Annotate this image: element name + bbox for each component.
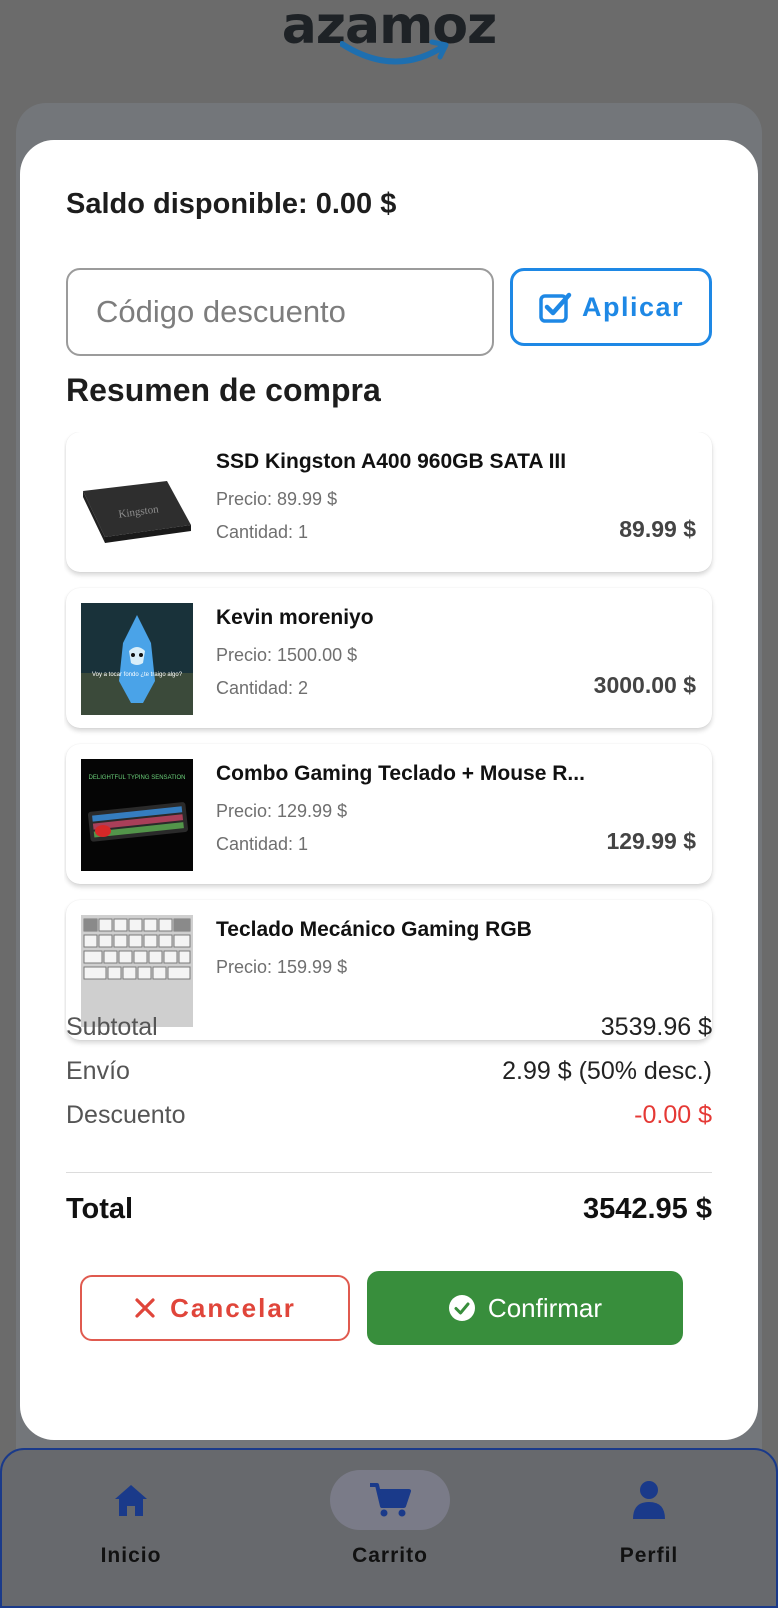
mechanical-keyboard-image <box>81 915 193 1027</box>
person-icon <box>633 1481 665 1519</box>
item-price: Precio: 159.99 $ <box>216 957 348 977</box>
summary-title: Resumen de compra <box>66 372 381 408</box>
home-icon <box>115 1485 147 1516</box>
item-name: Teclado Mecánico Gaming RGB <box>216 918 532 941</box>
item-total: 89.99 $ <box>619 516 696 542</box>
nav-item-inicio[interactable]: Inicio <box>31 1470 231 1568</box>
item-name: SSD Kingston A400 960GB SATA III <box>216 450 567 473</box>
item-price: Precio: 129.99 $ <box>216 801 348 821</box>
discount-code-input[interactable] <box>66 268 494 356</box>
order-item: Kingston SSD Kingston A400 960GB SATA II… <box>66 432 712 572</box>
checkbox-checked-icon <box>539 292 572 323</box>
ssd-image: Kingston <box>81 447 193 559</box>
totals-divider <box>66 1172 712 1173</box>
item-name: Combo Gaming Teclado + Mouse R... <box>216 762 585 785</box>
apply-label: Aplicar <box>581 291 685 322</box>
item-total: 129.99 $ <box>606 828 696 854</box>
cancel-button[interactable]: Cancelar <box>80 1275 350 1341</box>
discount-row: Descuento -0.00 $ <box>66 1101 712 1130</box>
cancel-label: Cancelar <box>170 1292 296 1323</box>
order-item: Voy a tocar fondo ¿te traigo algo? Kevin… <box>66 588 712 728</box>
cart-icon <box>370 1483 411 1517</box>
total-row: Total 3542.95 $ <box>66 1193 712 1226</box>
item-name: Kevin moreniyo <box>216 606 374 629</box>
nav-label-carrito: Carrito <box>352 1544 428 1567</box>
nav-label-inicio: Inicio <box>100 1544 162 1567</box>
bottom-navigation: Inicio Carrito Perfil <box>0 1448 778 1608</box>
checkout-modal: Saldo disponible: 0.00 $ Aplicar Resumen… <box>20 140 758 1440</box>
nav-label-perfil: Perfil <box>619 1544 679 1567</box>
subtotal-label: Subtotal <box>66 1013 158 1041</box>
subtotal-value: 3539.96 $ <box>600 1013 712 1041</box>
app-logo: azamoz <box>0 0 778 80</box>
order-item: DELIGHTFUL TYPING SENSATION Combo Gaming… <box>66 744 712 884</box>
shipping-value: 2.99 $ (50% desc.) <box>502 1057 712 1085</box>
confirm-label: Confirmar <box>487 1292 603 1323</box>
shipping-row: Envío 2.99 $ (50% desc.) <box>66 1057 712 1086</box>
check-circle-icon <box>448 1295 475 1321</box>
item-quantity: Cantidad: 1 <box>216 834 309 854</box>
shark-costume-image: Voy a tocar fondo ¿te traigo algo? <box>81 603 193 715</box>
item-quantity: Cantidad: 1 <box>216 522 309 542</box>
apply-discount-button[interactable]: Aplicar <box>510 268 712 346</box>
item-quantity: Cantidad: 2 <box>216 678 309 698</box>
total-value: 3542.95 $ <box>582 1193 712 1225</box>
thumb-caption: DELIGHTFUL TYPING SENSATION <box>89 775 186 781</box>
keyboard-combo-image: DELIGHTFUL TYPING SENSATION <box>81 759 193 871</box>
confirm-button[interactable]: Confirmar <box>367 1271 683 1345</box>
total-label: Total <box>66 1193 134 1225</box>
logo-smile-icon <box>340 39 449 65</box>
discount-value: -0.00 $ <box>634 1101 712 1129</box>
item-price: Precio: 1500.00 $ <box>216 645 358 665</box>
item-total: 3000.00 $ <box>593 672 696 698</box>
nav-item-perfil[interactable]: Perfil <box>549 1470 749 1568</box>
available-balance: Saldo disponible: 0.00 $ <box>66 188 397 220</box>
subtotal-row: Subtotal 3539.96 $ <box>66 1013 712 1042</box>
discount-label: Descuento <box>66 1101 186 1129</box>
close-icon <box>135 1298 155 1318</box>
nav-item-carrito[interactable]: Carrito <box>290 1470 490 1568</box>
thumb-caption: Voy a tocar fondo ¿te traigo algo? <box>92 672 183 678</box>
shipping-label: Envío <box>66 1057 130 1085</box>
item-price: Precio: 89.99 $ <box>216 489 338 509</box>
